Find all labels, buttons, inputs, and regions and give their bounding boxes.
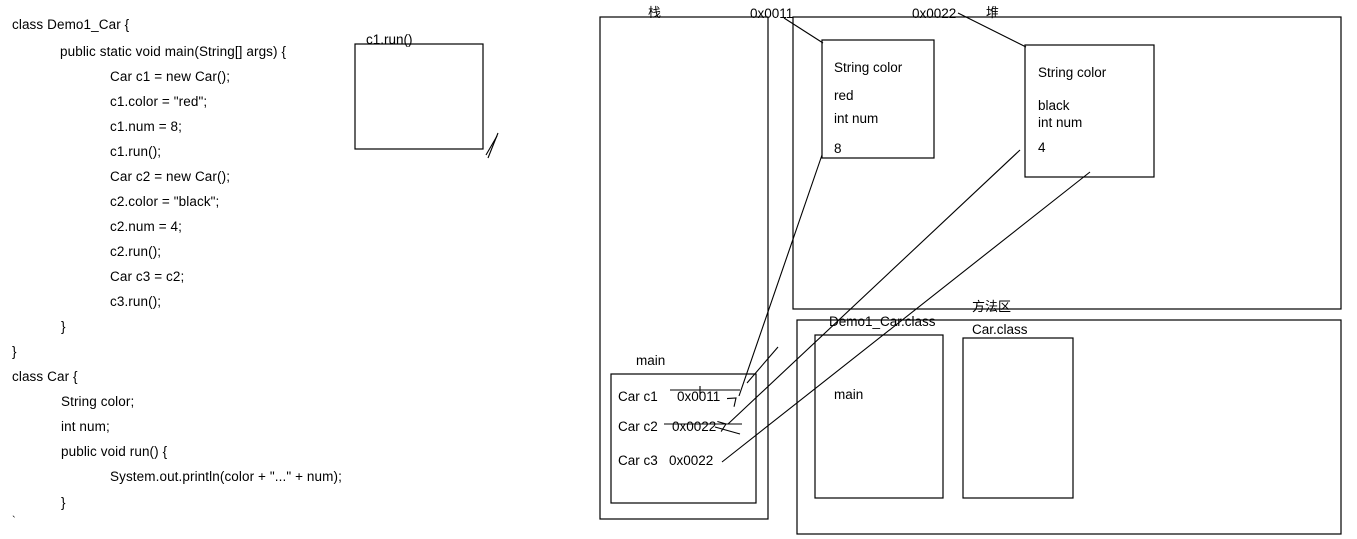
code-line: class Demo1_Car { [12, 17, 130, 32]
code-line: c3.run(); [110, 294, 162, 309]
class-box [814, 334, 944, 499]
stack-var-name: Car c3 [618, 453, 658, 468]
stack-var-value: 0x0011 [677, 389, 721, 404]
stack-var-name: Car c2 [618, 419, 658, 434]
code-line: public static void main(String[] args) { [60, 44, 287, 59]
code-line: System.out.println(color + "..." + num); [110, 469, 342, 484]
heap-object-field: String color [1038, 65, 1107, 80]
stack-var-name: Car c1 [618, 389, 658, 404]
stack-var-value: 0x0022 [672, 419, 717, 434]
heap-object-field: 8 [834, 141, 842, 156]
java-code-panel: class Demo1_Car { public static void main… [0, 0, 580, 539]
heap-object-field: 4 [1038, 140, 1046, 155]
arrow-tail-c2 [714, 426, 741, 435]
code-line: int num; [61, 419, 110, 434]
code-line: c1.run(); [110, 144, 162, 159]
heap-region-label: 堆 [986, 6, 1000, 21]
heap-object-field: black [1038, 98, 1070, 113]
connector-line [738, 154, 823, 397]
pointer-arrow-c1 [726, 397, 737, 407]
heap-address-label: 0x0022 [912, 6, 957, 21]
connector-line [727, 149, 1021, 425]
method-area-label: 方法区 [972, 300, 1012, 315]
stack-frame-label-main: main [636, 353, 666, 368]
code-line: class Car { [12, 369, 78, 384]
class-box-label: Car.class [972, 322, 1028, 337]
code-line: Car c1 = new Car(); [110, 69, 231, 84]
heap-object-field: String color [834, 60, 903, 75]
code-line: } [61, 495, 66, 510]
code-line: } [12, 344, 17, 359]
stack-region-box [599, 16, 769, 520]
heap-object-field: int num [1038, 115, 1083, 130]
stack-var-value: 0x0022 [669, 453, 714, 468]
diagram-page: class Demo1_Car { public static void main… [0, 0, 1357, 539]
code-line: c1.num = 8; [110, 119, 183, 134]
connector-line [783, 17, 824, 44]
code-line: public void run() { [61, 444, 168, 459]
connector-line [746, 346, 779, 384]
stack-region-label: 栈 [648, 6, 662, 21]
code-line: c2.run(); [110, 244, 162, 259]
code-line: Car c3 = c2; [110, 269, 185, 284]
method-area-box [796, 319, 1342, 535]
method-call-box-label: c1.run() [366, 32, 413, 47]
stray-mark: ` [12, 515, 16, 527]
code-line: Car c2 = new Car(); [110, 169, 231, 184]
class-box [962, 337, 1074, 499]
class-box-label: Demo1_Car.class [829, 314, 936, 329]
code-line: c1.color = "red"; [110, 94, 208, 109]
code-line: String color; [61, 394, 135, 409]
heap-address-label: 0x0011 [750, 6, 794, 21]
class-member-label: main [834, 387, 864, 402]
heap-object-field: red [834, 88, 854, 103]
code-line: } [61, 319, 66, 334]
code-line: c2.color = "black"; [110, 194, 220, 209]
heap-object-field: int num [834, 111, 879, 126]
code-line: c2.num = 4; [110, 219, 183, 234]
